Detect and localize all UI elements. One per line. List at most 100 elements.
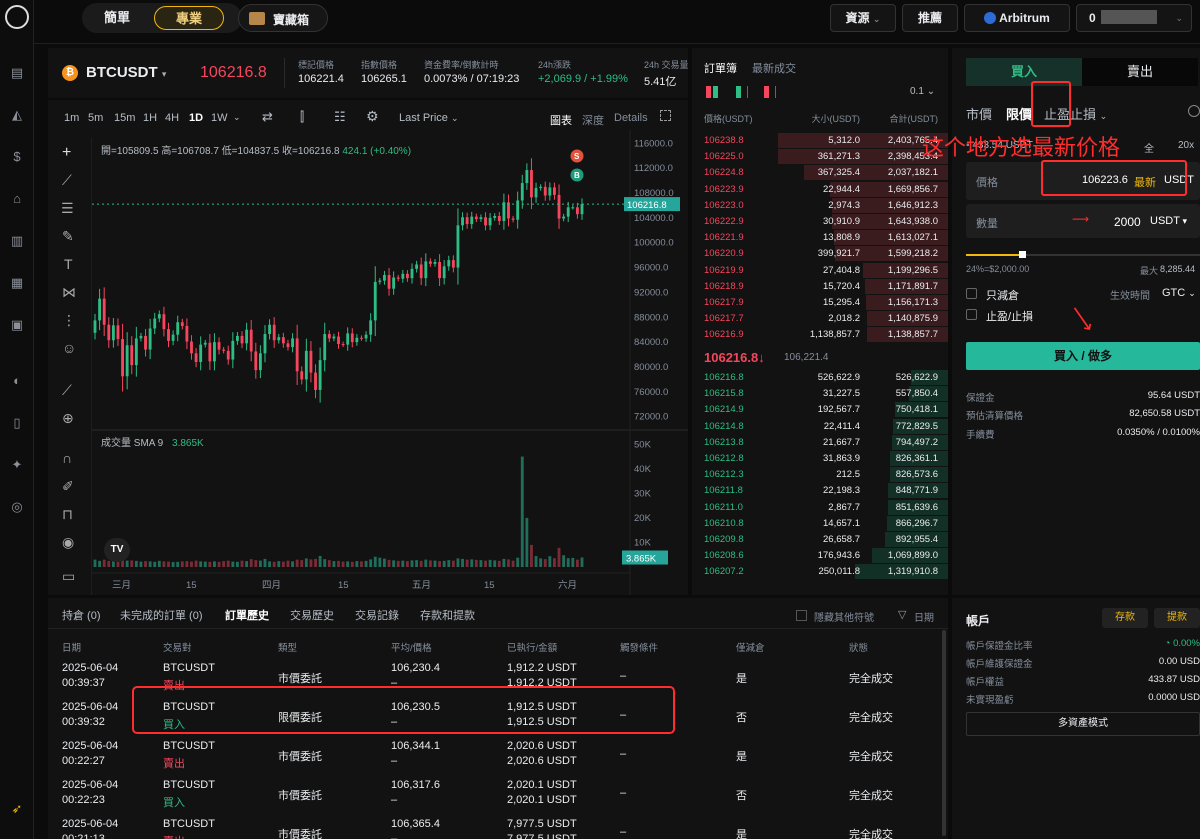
order-tab-4[interactable]: 交易記錄: [355, 607, 399, 623]
bid-row[interactable]: 106216.8 526,622.9 526,622.9: [692, 370, 948, 386]
timeframe-1H[interactable]: 1H: [143, 112, 157, 124]
book-bids-icon[interactable]: [736, 86, 748, 98]
view-depth-tab[interactable]: 深度: [582, 112, 604, 128]
ask-row[interactable]: 106217.9 15,295.4 1,156,171.3: [692, 295, 948, 311]
reduce-only-checkbox[interactable]: [966, 288, 977, 299]
bid-row[interactable]: 106209.8 26,658.7 892,955.4: [692, 532, 948, 548]
brush-icon[interactable]: ✎: [62, 228, 74, 245]
settings-icon[interactable]: ⚙: [366, 108, 379, 125]
bid-row[interactable]: 106210.8 14,657.1 866,296.7: [692, 515, 948, 532]
info-icon[interactable]: [1188, 105, 1200, 117]
logo-icon[interactable]: [5, 5, 29, 29]
bid-row[interactable]: 106211.0 2,867.7 851,639.6: [692, 499, 948, 516]
wallet-button[interactable]: 0 ⌄: [1076, 4, 1192, 32]
bid-row[interactable]: 106211.8 22,198.3 848,771.9: [692, 483, 948, 499]
order-tab-0[interactable]: 持倉 (0): [62, 607, 101, 623]
bid-row[interactable]: 106215.8 31,227.5 557,850.4: [692, 386, 948, 402]
candlestick-chart[interactable]: 116000.0112000.0108000.0104000.0100000.0…: [92, 130, 688, 595]
tpsl-checkbox[interactable]: [966, 309, 977, 320]
template-icon[interactable]: ☷: [334, 109, 346, 125]
deposit-button[interactable]: 存款: [1102, 608, 1148, 628]
gift-icon[interactable]: ▣: [8, 316, 26, 334]
chevron-down-icon[interactable]: ⌄: [233, 112, 241, 123]
ask-row[interactable]: 106224.8 367,325.4 2,037,182.1: [692, 165, 948, 181]
mode-pro-button[interactable]: 專業: [154, 6, 224, 30]
ask-row[interactable]: 106225.0 361,271.3 2,398,453.4: [692, 149, 948, 165]
orders-scrollbar[interactable]: [942, 630, 946, 836]
order-type-tpsl[interactable]: 止盈止損 ⌄: [1044, 104, 1107, 123]
eye-icon[interactable]: ◉: [62, 534, 74, 551]
ruler-icon[interactable]: ⟋: [62, 382, 72, 399]
ask-row[interactable]: 106238.8 5,312.0 2,403,765.4: [692, 133, 948, 149]
timeframe-1W[interactable]: 1W: [211, 112, 228, 124]
measure-icon[interactable]: ⋮: [62, 312, 76, 329]
margin-mode[interactable]: 全: [1144, 140, 1154, 155]
tif-dropdown[interactable]: GTC ⌄: [1162, 287, 1196, 299]
multi-asset-button[interactable]: 多資產模式: [966, 712, 1200, 736]
order-tab-3[interactable]: 交易歷史: [290, 607, 334, 623]
mode-simple-button[interactable]: 簡單: [90, 6, 144, 30]
pattern-icon[interactable]: ⋈: [62, 284, 76, 301]
referral-button[interactable]: 推薦: [902, 4, 958, 32]
view-chart-tab[interactable]: 圖表: [550, 112, 572, 128]
ask-row[interactable]: 106223.0 2,974.3 1,646,912.3: [692, 197, 948, 214]
bid-row[interactable]: 106214.8 22,411.4 772,829.5: [692, 418, 948, 435]
network-icon[interactable]: ◎: [8, 498, 26, 516]
timeframe-1D[interactable]: 1D: [189, 112, 203, 124]
view-details-tab[interactable]: Details: [614, 112, 648, 124]
order-type-limit[interactable]: 限價: [1006, 104, 1032, 123]
text-icon[interactable]: T: [64, 256, 73, 272]
bag-icon[interactable]: ◭: [8, 106, 26, 124]
symbol-selector[interactable]: BTCUSDT ▾: [86, 64, 166, 81]
filter-icon[interactable]: ▽: [898, 608, 906, 621]
ask-row[interactable]: 106223.9 22,944.4 1,669,856.7: [692, 181, 948, 198]
tab-order-book[interactable]: 訂單簿: [704, 60, 737, 76]
ask-row[interactable]: 106216.9 1,138,857.7 1,138,857.7: [692, 327, 948, 343]
bar-chart-icon[interactable]: ▥: [8, 232, 26, 250]
tradingview-logo[interactable]: TV: [104, 538, 130, 562]
order-type-market[interactable]: 市價: [966, 104, 992, 123]
fib-icon[interactable]: ☰: [61, 200, 74, 217]
sparkle-icon[interactable]: ✦: [8, 456, 26, 474]
sell-tab[interactable]: 賣出: [1082, 58, 1198, 86]
bid-row[interactable]: 106213.8 21,667.7 794,497.2: [692, 434, 948, 451]
ask-row[interactable]: 106217.7 2,018.2 1,140,875.9: [692, 311, 948, 327]
candle-type-icon[interactable]: ⫿: [300, 109, 304, 125]
crosshair-icon[interactable]: +: [62, 144, 71, 162]
bid-row[interactable]: 106212.8 31,863.9 826,361.1: [692, 451, 948, 467]
leverage-button[interactable]: 20x: [1178, 140, 1194, 151]
timeframe-4H[interactable]: 4H: [165, 112, 179, 124]
quantity-input[interactable]: 數量 ⟶ 2000 USDT ▾: [966, 204, 1200, 238]
ask-row[interactable]: 106220.9 399,921.7 1,599,218.2: [692, 246, 948, 262]
trash-icon[interactable]: ▭: [62, 568, 75, 585]
precision-dropdown[interactable]: 0.1 ⌄: [910, 86, 935, 97]
treasure-button[interactable]: 寶藏箱: [238, 4, 328, 32]
dollar-icon[interactable]: $: [8, 148, 26, 166]
bank-icon[interactable]: ⌂: [8, 190, 26, 208]
bid-row[interactable]: 106214.9 192,567.7 750,418.1: [692, 402, 948, 418]
pencil-lock-icon[interactable]: ✐: [62, 478, 74, 495]
price-type-dropdown[interactable]: Last Price ⌄: [399, 112, 459, 124]
ask-row[interactable]: 106219.9 27,404.8 1,199,296.5: [692, 262, 948, 279]
document-icon[interactable]: ▯: [8, 414, 26, 432]
globe-icon[interactable]: ◐: [8, 372, 26, 390]
withdraw-button[interactable]: 提款: [1154, 608, 1200, 628]
trend-icon[interactable]: ▦: [8, 274, 26, 292]
ask-row[interactable]: 106221.9 13,808.9 1,613,027.1: [692, 230, 948, 246]
ask-row[interactable]: 106222.9 30,910.9 1,643,938.0: [692, 214, 948, 230]
timeframe-15m[interactable]: 15m: [114, 112, 135, 124]
tab-recent-trades[interactable]: 最新成交: [752, 60, 796, 76]
size-slider[interactable]: [966, 251, 1200, 258]
resources-dropdown[interactable]: 資源 ⌄: [830, 4, 896, 32]
bid-row[interactable]: 106208.6 176,943.6 1,069,899.0: [692, 548, 948, 564]
submit-buy-button[interactable]: 買入 / 做多: [966, 342, 1200, 370]
chart-icon[interactable]: ▤: [8, 64, 26, 82]
book-both-icon[interactable]: [706, 86, 718, 98]
quantity-unit-dropdown[interactable]: USDT ▾: [1150, 215, 1187, 227]
order-row[interactable]: 2025-06-04 00:21:13 BTCUSDT 賣出 市價委託 106,365.4…: [48, 818, 938, 839]
emoji-icon[interactable]: ☺: [62, 340, 76, 356]
magnet-icon[interactable]: ∩: [62, 450, 72, 466]
filter-label[interactable]: 日期: [914, 609, 934, 624]
order-row[interactable]: 2025-06-04 00:22:23 BTCUSDT 買入 市價委託 106,317.6…: [48, 779, 938, 815]
timeframe-5m[interactable]: 5m: [88, 112, 103, 124]
